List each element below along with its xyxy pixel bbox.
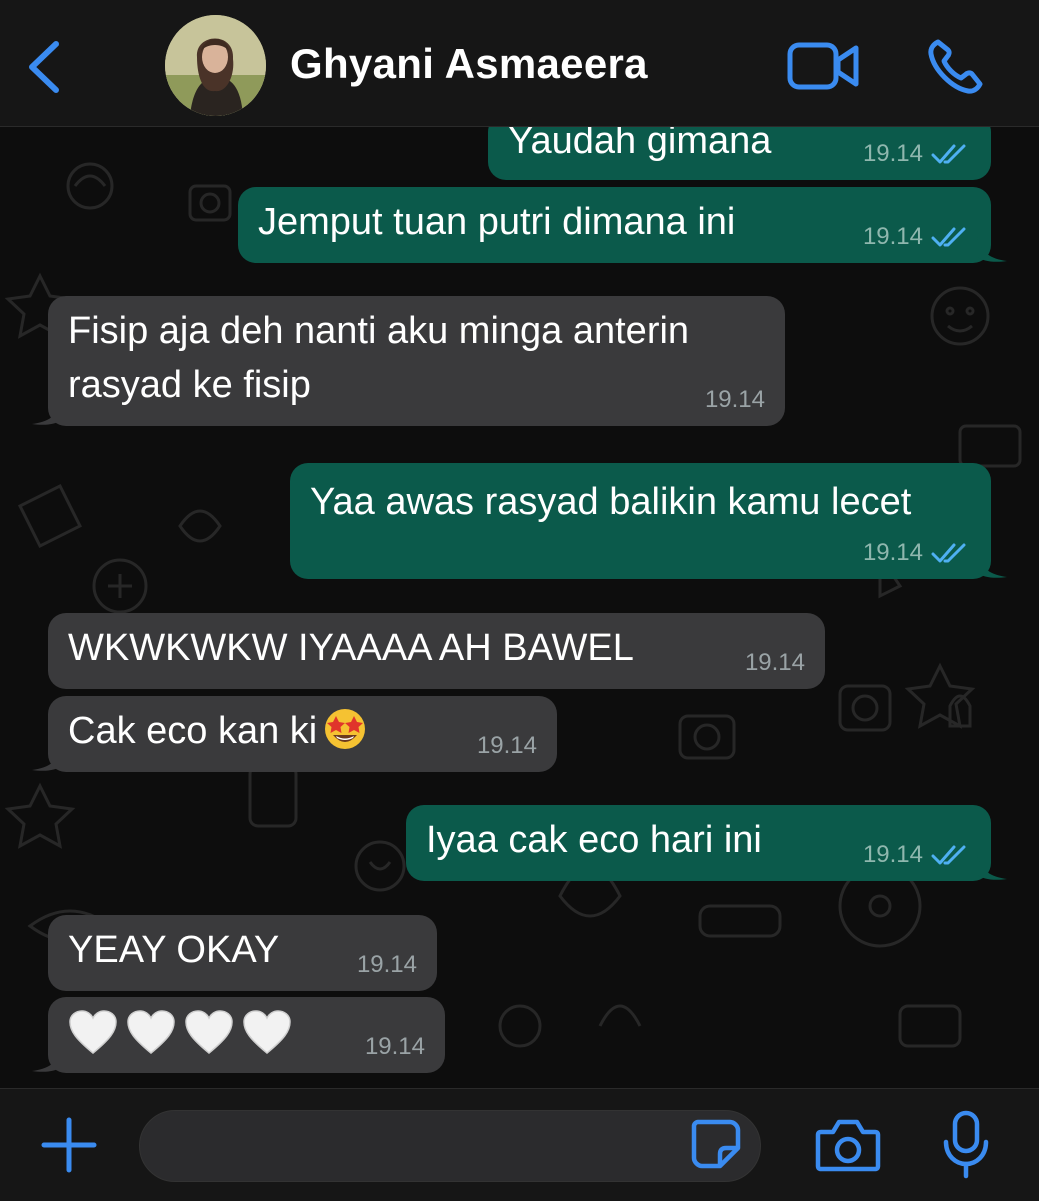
message-meta: 19.14 [863,841,967,869]
message-meta: 19.14 [863,223,967,251]
message-bubble-outgoing[interactable]: Jemput tuan putri dimana ini 19.14 [238,187,1007,263]
message-meta: 19.14 [705,386,765,414]
bubble-tail [32,746,62,771]
double-check-icon [931,543,966,563]
plus-icon[interactable] [40,1116,98,1174]
message-meta: 19.14 [863,140,967,168]
message-bubble-outgoing[interactable]: Yaudah gimana 19.14 [488,126,991,180]
message-time: 19.14 [862,841,923,868]
white-heart-emoji-icon [243,1010,291,1054]
message-time: 19.14 [862,539,923,566]
message-text: Yaa awas rasyad balikin kamu lecet [310,481,912,523]
message-meta: 19.14 [357,951,417,979]
double-check-icon [931,227,966,247]
chat-header: Ghyani Asmaeera [0,0,1039,127]
message-text-line: Fisip aja deh nanti aku minga anterin [68,310,690,352]
message-meta: 19.14 [365,1033,425,1061]
message-meta: 19.14 [863,539,967,567]
chevron-left-icon[interactable] [22,38,66,96]
message-time: 19.14 [744,649,805,676]
star-struck-emoji-icon [325,709,366,749]
microphone-icon[interactable] [942,1110,990,1180]
message-bubble-incoming[interactable]: WKWKWKW IYAAAA AH BAWEL 19.14 [48,613,825,689]
message-meta: 19.14 [477,732,537,760]
contact-name[interactable]: Ghyani Asmaeera [290,40,648,88]
chat-area[interactable]: Yaudah gimana 19.14 Jemput tuan putri di… [0,126,1039,1088]
message-input[interactable] [139,1110,761,1182]
white-heart-emoji-icon [69,1010,117,1054]
message-time: 19.14 [356,951,417,978]
message-bubble-incoming[interactable]: Fisip aja deh nanti aku minga anterin ra… [32,296,785,426]
bubble-tail [32,400,62,425]
message-text-line: rasyad ke fisip [68,364,311,406]
message-time: 19.14 [862,223,923,250]
white-heart-emoji-icon [185,1010,233,1054]
message-bubble-outgoing[interactable]: Iyaa cak eco hari ini 19.14 [406,805,1007,881]
message-bubble-incoming[interactable]: Cak eco kan ki 19.14 [32,696,557,772]
video-call-icon[interactable] [786,40,860,92]
bubble-tail [977,237,1007,262]
message-time: 19.14 [704,386,765,413]
white-heart-emoji-icon [127,1010,175,1054]
double-check-icon [931,845,966,865]
message-bubble-outgoing[interactable]: Yaa awas rasyad balikin kamu lecet 19.14 [290,463,1007,579]
double-check-icon [931,144,966,164]
message-text: WKWKWKW IYAAAA AH BAWEL [68,627,634,669]
bubble-tail [977,855,1007,880]
sticker-icon[interactable] [690,1118,742,1170]
message-text: Cak eco kan ki [68,704,535,758]
message-meta: 19.14 [745,649,805,677]
phone-icon[interactable] [926,36,986,96]
message-text-content: Cak eco kan ki [68,710,318,752]
message-time: 19.14 [862,140,923,167]
message-time: 19.14 [364,1033,425,1060]
bubble-tail [977,553,1007,578]
bubble-tail [32,1047,62,1072]
avatar[interactable] [165,15,266,116]
message-time: 19.14 [476,732,537,759]
message-bubble-incoming[interactable]: YEAY OKAY 19.14 [48,915,437,991]
camera-icon[interactable] [815,1116,881,1174]
message-bubble-incoming[interactable]: 19.14 [32,997,445,1073]
